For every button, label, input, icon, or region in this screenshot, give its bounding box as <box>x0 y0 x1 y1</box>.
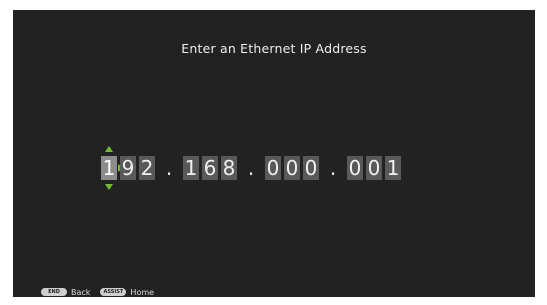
ip-separator: . <box>247 156 255 180</box>
digit-value: 8 <box>222 156 236 180</box>
back-hint[interactable]: Back <box>71 288 90 297</box>
ip-digit-1-2[interactable]: 9 <box>120 156 136 180</box>
digit-value: 9 <box>121 156 135 180</box>
ip-digit-1-3[interactable]: 2 <box>139 156 155 180</box>
ip-separator: . <box>329 156 337 180</box>
assist-key-icon: ASSIST <box>100 288 127 296</box>
ip-digit-4-3[interactable]: 1 <box>385 156 401 180</box>
ip-digit-2-1[interactable]: 1 <box>183 156 199 180</box>
end-key-icon: END <box>41 288 67 296</box>
ip-digit-2-2[interactable]: 6 <box>202 156 218 180</box>
ip-address-field[interactable]: 1 9 2 . 1 6 8 . 0 0 0 . 0 0 1 <box>101 146 404 190</box>
ip-digit-1-1[interactable]: 1 <box>101 146 123 190</box>
digit-value: 1 <box>102 156 116 180</box>
ip-digit-3-2[interactable]: 0 <box>284 156 300 180</box>
digit-value: 1 <box>386 156 400 180</box>
digit-value: 0 <box>367 156 381 180</box>
ip-separator: . <box>165 156 173 180</box>
ip-entry-screen: Enter an Ethernet IP Address 1 9 2 . 1 6… <box>13 10 535 297</box>
ip-digit-2-3[interactable]: 8 <box>221 156 237 180</box>
footer-hints: END Back ASSIST Home <box>41 286 164 297</box>
ip-digit-3-1[interactable]: 0 <box>265 156 281 180</box>
decrement-arrow-icon[interactable] <box>105 184 113 190</box>
digit-value: 1 <box>184 156 198 180</box>
page-title: Enter an Ethernet IP Address <box>181 41 367 56</box>
digit-value: 0 <box>285 156 299 180</box>
digit-value: 6 <box>203 156 217 180</box>
ip-digit-4-1[interactable]: 0 <box>347 156 363 180</box>
increment-arrow-icon[interactable] <box>105 146 113 152</box>
digit-value: 0 <box>348 156 362 180</box>
home-hint[interactable]: Home <box>130 288 154 297</box>
digit-value: 0 <box>304 156 318 180</box>
ip-digit-4-2[interactable]: 0 <box>366 156 382 180</box>
digit-value: 0 <box>266 156 280 180</box>
digit-value: 2 <box>140 156 154 180</box>
ip-digit-3-3[interactable]: 0 <box>303 156 319 180</box>
